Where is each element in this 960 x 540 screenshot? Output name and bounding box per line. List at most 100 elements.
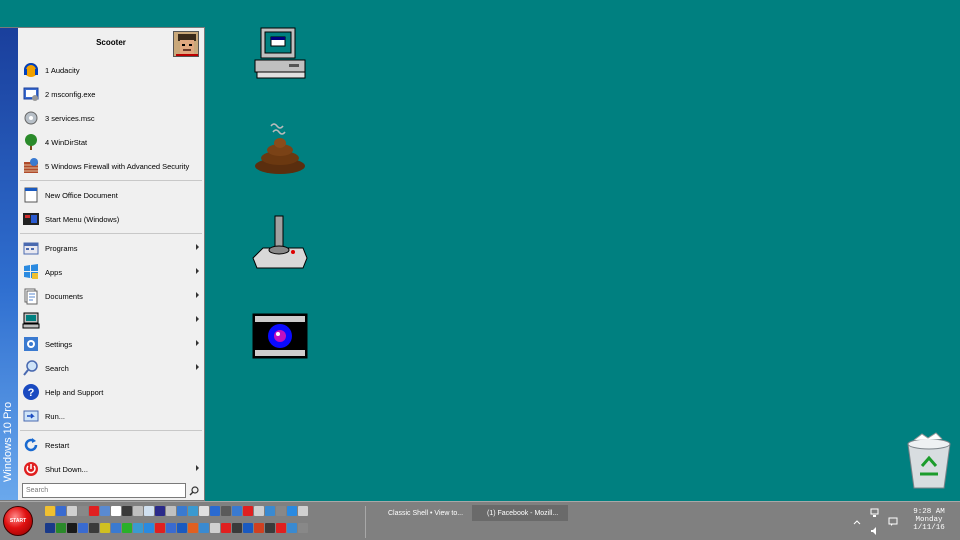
quick-launch-icon[interactable] [177,506,187,516]
restart-icon [21,435,41,455]
quick-launch-icon[interactable] [78,523,88,533]
menu-item-1-audacity[interactable]: 1 Audacity [18,58,204,82]
start-button-label: START [9,518,27,524]
quick-launch-icon[interactable] [265,523,275,533]
menu-item-programs[interactable]: Programs [18,236,204,260]
quick-launch-icon[interactable] [144,523,154,533]
quick-launch-icon[interactable] [166,506,176,516]
quick-launch-icon[interactable] [56,523,66,533]
quick-launch-icon[interactable] [177,523,187,533]
quick-launch-icon[interactable] [122,506,132,516]
quick-launch-icon[interactable] [298,523,308,533]
quick-launch-icon[interactable] [199,523,209,533]
menu-item-3-services-msc[interactable]: 3 services.msc [18,106,204,130]
menu-item-start-menu-windows[interactable]: Start Menu (Windows) [18,207,204,231]
taskbar-divider [365,506,366,538]
quick-launch-icon[interactable] [232,506,242,516]
quick-launch-icon[interactable] [221,506,231,516]
menu-item-help-and-support[interactable]: ? Help and Support [18,380,204,404]
submenu-arrow-icon [196,465,199,471]
menu-item-new-office-document[interactable]: New Office Document [18,183,204,207]
documents-icon [21,286,41,306]
settings-icon [21,334,41,354]
quick-launch-icon[interactable] [155,523,165,533]
quick-launch-icon[interactable] [188,506,198,516]
taskbar-button-label: Classic Shell • View to... [388,509,464,517]
audacity-icon [21,60,41,80]
network-icon[interactable] [870,508,880,518]
recycle-bin-desktop-icon[interactable] [898,430,960,492]
quick-launch-icon[interactable] [89,523,99,533]
menu-item-2-msconfig-exe[interactable]: 2 msconfig.exe [18,82,204,106]
quick-launch-icon[interactable] [45,523,55,533]
clock[interactable]: 9:28 AM Monday 1/11/16 [904,508,954,532]
quick-launch-icon[interactable] [243,506,253,516]
quick-launch-icon[interactable] [133,506,143,516]
quick-launch-icon[interactable] [243,523,253,533]
notification-icon[interactable] [888,517,898,527]
windows-start-icon [21,209,41,229]
quick-launch-icon[interactable] [188,523,198,533]
menu-item-apps[interactable]: Apps [18,260,204,284]
search-button-icon[interactable] [189,486,199,496]
computer-desktop-icon[interactable] [249,24,311,86]
search-icon [21,358,41,378]
quick-launch-icon[interactable] [276,523,286,533]
quick-launch-icon[interactable] [56,506,66,516]
quick-launch-icon[interactable] [67,523,77,533]
taskbar-button[interactable]: (1) Facebook - Mozill... [472,505,568,521]
apps-icon [21,262,41,282]
camera-desktop-icon[interactable] [249,304,311,366]
search-input[interactable]: Search [22,483,186,498]
menu-item-computer[interactable] [18,308,204,332]
quick-launch-icon[interactable] [287,523,297,533]
taskbar-button[interactable]: Classic Shell • View to... [373,505,469,521]
shutdown-icon [21,459,41,479]
quick-launch-icon[interactable] [100,506,110,516]
quick-launch-icon[interactable] [155,506,165,516]
quick-launch-icon[interactable] [254,506,264,516]
poop-desktop-icon[interactable] [249,116,311,178]
quick-launch-icon[interactable] [144,506,154,516]
menu-item-label: 3 services.msc [45,113,95,123]
clock-day: Monday [915,516,943,524]
quick-launch-icon[interactable] [265,506,275,516]
menu-item-restart[interactable]: Restart [18,433,204,457]
volume-icon[interactable] [870,526,880,536]
submenu-arrow-icon [196,340,199,346]
quick-launch-icon[interactable] [111,506,121,516]
quick-launch-icon[interactable] [254,523,264,533]
quick-launch-icon[interactable] [298,506,308,516]
quick-launch-icon[interactable] [111,523,121,533]
menu-item-run[interactable]: Run... [18,404,204,428]
quick-launch-icon[interactable] [122,523,132,533]
quick-launch-icon[interactable] [100,523,110,533]
quick-launch-icon[interactable] [133,523,143,533]
start-menu: Windows 10 Pro Scooter 1 Audacity 2 mscon… [0,27,205,501]
quick-launch-icon[interactable] [78,506,88,516]
menu-item-5-windows-firewall-with-advanced-security[interactable]: 5 Windows Firewall with Advanced Securit… [18,154,204,178]
quick-launch-icon[interactable] [232,523,242,533]
quick-launch-icon[interactable] [199,506,209,516]
quick-launch-icon[interactable] [276,506,286,516]
taskbar-button-label: (1) Facebook - Mozill... [487,509,559,517]
quick-launch-icon[interactable] [221,523,231,533]
quick-launch-icon[interactable] [67,506,77,516]
menu-item-4-windirstat[interactable]: 4 WinDirStat [18,130,204,154]
menu-item-search[interactable]: Search [18,356,204,380]
quick-launch-icon[interactable] [45,506,55,516]
menu-item-shut-down[interactable]: Shut Down... [18,457,204,481]
submenu-arrow-icon [196,244,199,250]
quick-launch-icon[interactable] [210,523,220,533]
quick-launch-icon[interactable] [89,506,99,516]
joystick-desktop-icon[interactable] [249,210,311,272]
avatar[interactable] [173,31,199,57]
svg-text:?: ? [28,387,35,399]
menu-item-documents[interactable]: Documents [18,284,204,308]
chevron-up-icon[interactable] [852,517,862,527]
start-button[interactable]: START [3,506,33,536]
menu-item-settings[interactable]: Settings [18,332,204,356]
quick-launch-icon[interactable] [287,506,297,516]
quick-launch-icon[interactable] [210,506,220,516]
quick-launch-icon[interactable] [166,523,176,533]
